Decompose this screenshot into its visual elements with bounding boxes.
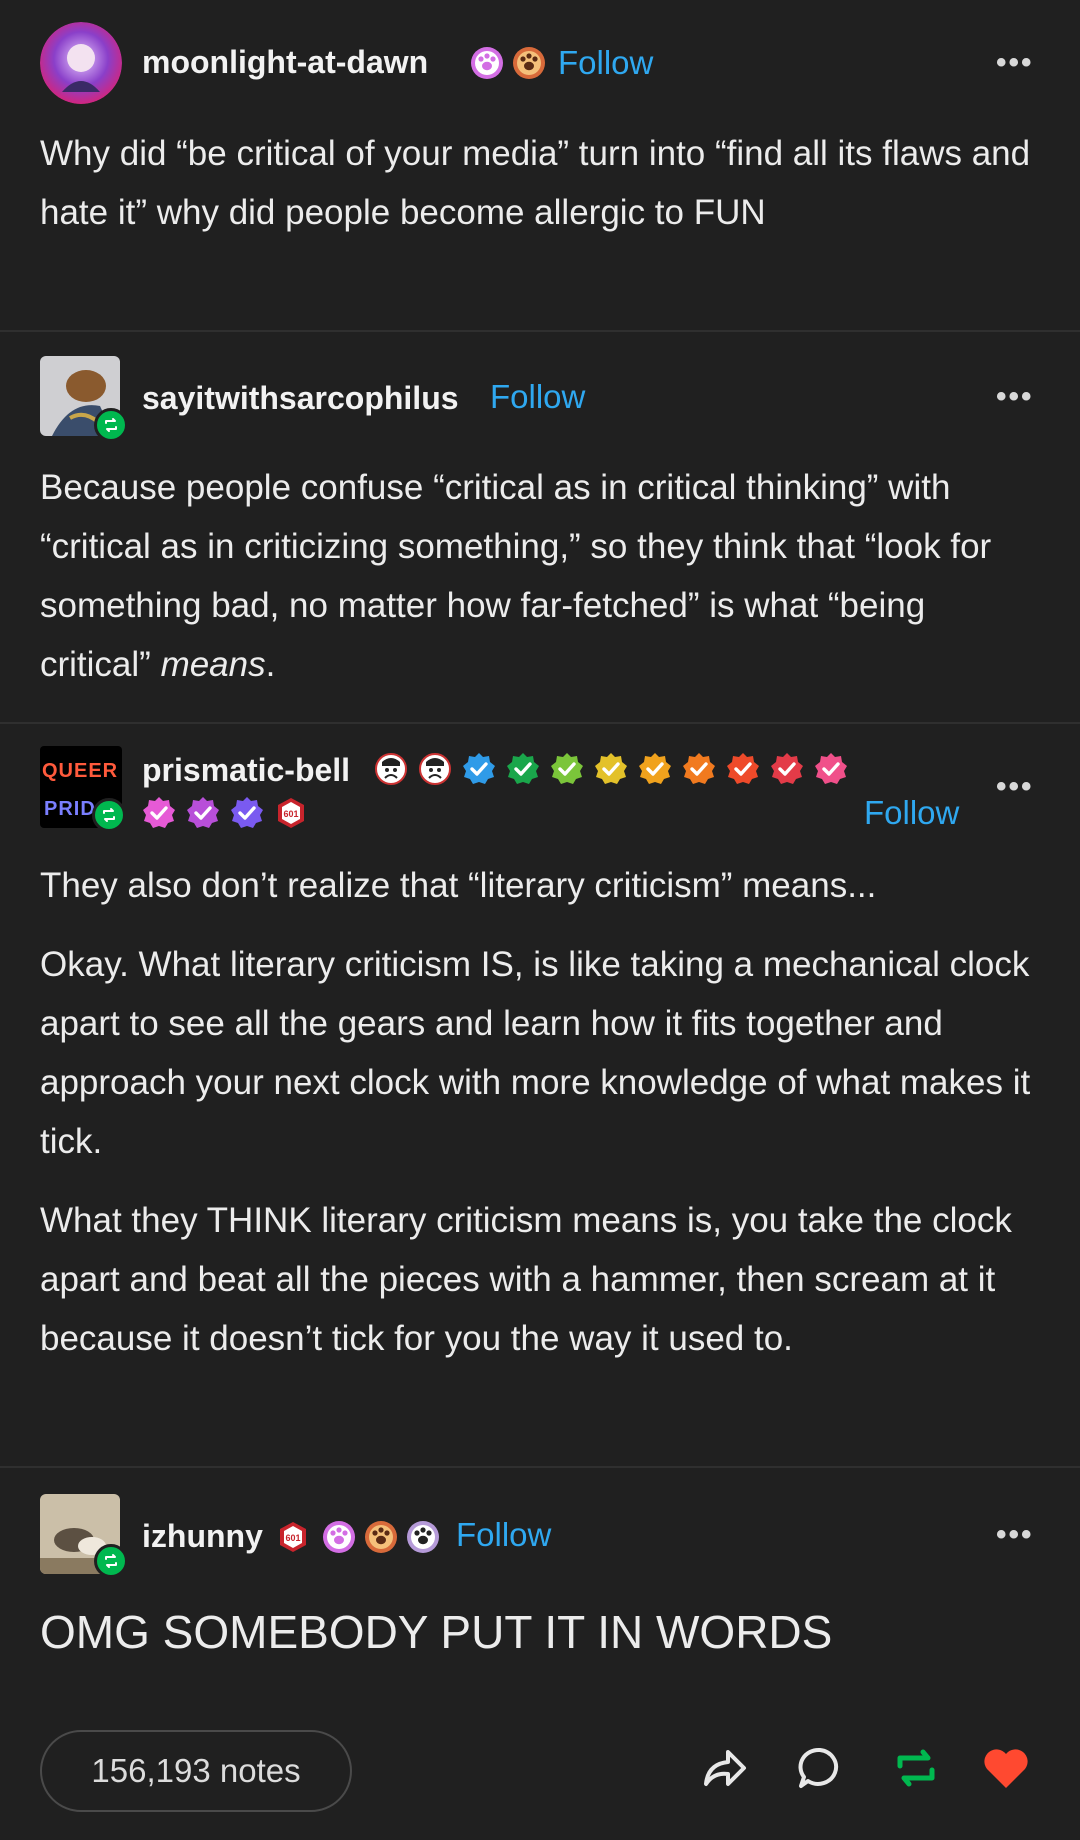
verified-badge-icon <box>726 752 760 786</box>
username[interactable]: moonlight-at-dawn <box>142 44 428 81</box>
avatar-text: PRID <box>44 798 96 820</box>
follow-button[interactable]: Follow <box>490 378 585 416</box>
verified-badge-icon <box>638 752 672 786</box>
verified-badge-icon <box>462 752 496 786</box>
post-divider <box>0 330 1080 332</box>
verified-badge-icon <box>814 752 848 786</box>
reblog-icon[interactable] <box>888 1740 944 1796</box>
601-badge-icon: 601 <box>274 796 308 830</box>
verified-badge-icon <box>230 796 264 830</box>
post-text-emphasis: means <box>160 645 266 684</box>
face-badge-icon <box>374 752 408 786</box>
verified-badge-icon <box>550 752 584 786</box>
post-body: OMG SOMEBODY PUT IT IN WORDS <box>40 1604 1040 1660</box>
post-text: Because people confuse “critical as in c… <box>40 458 1040 694</box>
reblog-badge-icon <box>94 1544 128 1578</box>
post-paragraph: Okay. What literary criticism IS, is lik… <box>40 945 1031 1161</box>
follow-button[interactable]: Follow <box>456 1516 551 1554</box>
601-badge-icon: 601 <box>276 1520 310 1554</box>
more-options-button[interactable]: ••• <box>996 770 1034 804</box>
more-options-button[interactable]: ••• <box>996 1518 1034 1552</box>
follow-button[interactable]: Follow <box>864 794 959 832</box>
post-paragraph: They also don’t realize that “literary c… <box>40 866 877 905</box>
paw-badge-icon <box>470 46 504 80</box>
more-options-button[interactable]: ••• <box>996 380 1034 414</box>
verified-badge-icon <box>594 752 628 786</box>
face-badge-icon <box>418 752 452 786</box>
notes-count-button[interactable]: 156,193 notes <box>40 1730 352 1812</box>
post-paragraph: What they THINK literary criticism means… <box>40 1201 1012 1358</box>
reblog-badge-icon <box>92 798 126 832</box>
post-text-end: . <box>265 645 276 684</box>
post-divider <box>0 722 1080 724</box>
post-text: Why did “be critical of your media” turn… <box>40 134 1031 232</box>
notes-count: 156,193 notes <box>91 1752 301 1789</box>
verified-badge-icon <box>682 752 716 786</box>
verified-badge-icon <box>770 752 804 786</box>
verified-badge-icon <box>506 752 540 786</box>
post-body: Because people confuse “critical as in c… <box>40 458 1040 694</box>
follow-button[interactable]: Follow <box>558 44 653 82</box>
paw-badge-icon <box>364 1520 398 1554</box>
reblog-badge-icon <box>94 408 128 442</box>
avatar[interactable] <box>40 22 122 104</box>
username[interactable]: sayitwithsarcophilus <box>142 380 459 417</box>
post-text: OMG SOMEBODY PUT IT IN WORDS <box>40 1606 833 1658</box>
more-options-button[interactable]: ••• <box>996 46 1034 80</box>
601-badge-text: 601 <box>283 809 298 819</box>
username[interactable]: prismatic-bell <box>142 752 350 789</box>
601-badge-text: 601 <box>285 1533 300 1543</box>
reply-icon[interactable] <box>792 1740 848 1796</box>
post-body: Why did “be critical of your media” turn… <box>40 124 1040 242</box>
like-icon[interactable] <box>978 1740 1034 1796</box>
username[interactable]: izhunny <box>142 1518 263 1555</box>
post-divider <box>0 1466 1080 1468</box>
share-icon[interactable] <box>696 1740 752 1796</box>
post-body: They also don’t realize that “literary c… <box>40 856 1040 1368</box>
avatar-text: QUEER <box>42 760 119 782</box>
paw-badge-icon <box>512 46 546 80</box>
paw-badge-icon <box>406 1520 440 1554</box>
verified-badge-icon <box>186 796 220 830</box>
paw-badge-icon <box>322 1520 356 1554</box>
verified-badge-icon <box>142 796 176 830</box>
